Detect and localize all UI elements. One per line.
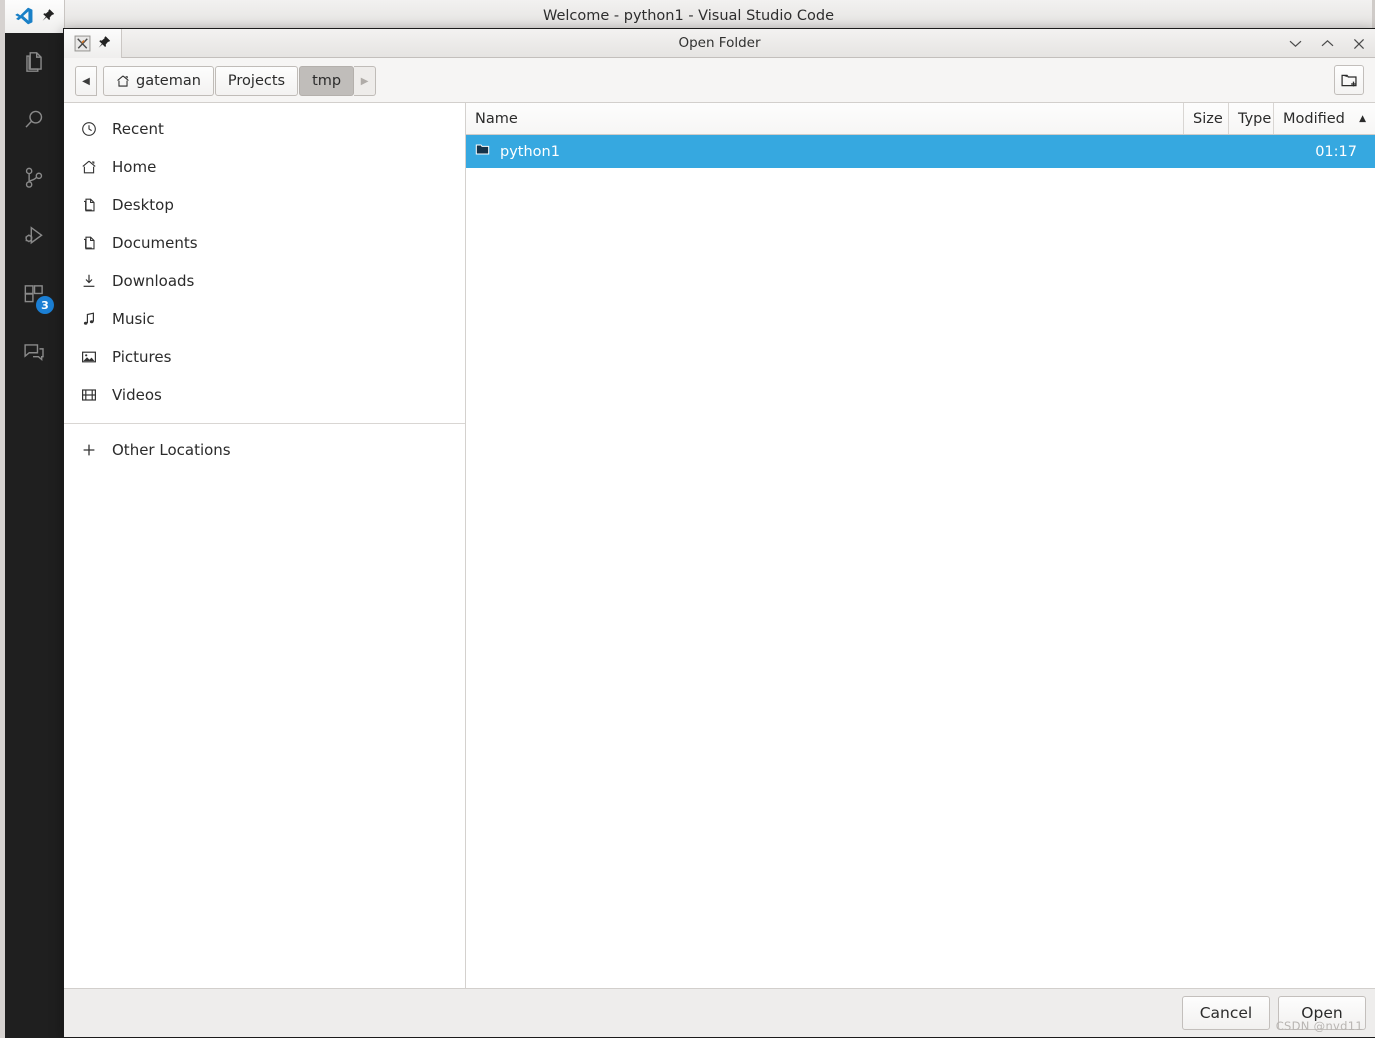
x-application-icon: [74, 35, 90, 51]
place-item-other-locations[interactable]: Other Locations: [64, 431, 465, 469]
place-item-documents[interactable]: Documents: [64, 224, 465, 262]
column-label: Name: [475, 110, 518, 127]
breadcrumb-item-projects[interactable]: Projects: [214, 66, 299, 96]
screen-root: Welcome - python1 - Visual Studio Code 3…: [0, 0, 1375, 1038]
place-item-music[interactable]: Music: [64, 300, 465, 338]
place-label: Pictures: [112, 348, 172, 366]
path-back-button[interactable]: ◀: [75, 66, 97, 96]
close-button[interactable]: [1349, 33, 1369, 55]
sidebar-item-search[interactable]: [5, 91, 63, 149]
maximize-button[interactable]: [1317, 33, 1337, 55]
vscode-activity-bar: 3: [5, 33, 63, 1038]
sidebar-item-explorer[interactable]: [5, 33, 63, 91]
cancel-button[interactable]: Cancel: [1182, 996, 1270, 1030]
film-icon: [80, 386, 98, 404]
dialog-toolbar: ◀ gateman Projects tmp ▶: [64, 58, 1375, 103]
create-folder-button[interactable]: [1334, 65, 1364, 95]
file-list: Name Size Type Modified ▲ python1 01:17: [466, 103, 1375, 988]
picture-icon: [80, 348, 98, 366]
download-icon: [80, 272, 98, 290]
file-name-cell: python1: [466, 142, 1184, 161]
maximize-icon: [1321, 39, 1333, 47]
column-header-modified[interactable]: Modified ▲: [1274, 103, 1375, 134]
places-divider: [64, 423, 465, 424]
column-header-name[interactable]: Name: [466, 103, 1184, 134]
path-forward-button[interactable]: ▶: [354, 66, 377, 96]
breadcrumb-label: gateman: [136, 73, 201, 89]
place-label: Downloads: [112, 272, 195, 290]
document-icon: [80, 196, 98, 214]
run-debug-icon: [25, 226, 43, 245]
sidebar-item-comments[interactable]: [5, 323, 63, 381]
breadcrumb-label: tmp: [312, 73, 342, 89]
column-label: Size: [1193, 110, 1223, 127]
source-control-icon: [25, 167, 43, 188]
dialog-title: Open Folder: [678, 35, 761, 51]
place-label: Videos: [112, 386, 162, 404]
column-label: Modified: [1283, 110, 1345, 127]
file-list-header: Name Size Type Modified ▲: [466, 103, 1375, 135]
home-icon: [80, 158, 98, 176]
open-button[interactable]: Open: [1278, 996, 1366, 1030]
close-icon: [1353, 38, 1365, 49]
table-row[interactable]: python1 01:17: [466, 135, 1375, 168]
place-item-home[interactable]: Home: [64, 148, 465, 186]
sidebar-item-extensions[interactable]: 3: [5, 265, 63, 323]
dialog-window-tab-button[interactable]: [64, 28, 122, 58]
file-modified-cell: 01:17: [1315, 143, 1357, 160]
places-sidebar: Recent Home Desktop Documents Downloads …: [64, 103, 466, 988]
file-list-empty-area[interactable]: [466, 168, 1375, 988]
place-item-desktop[interactable]: Desktop: [64, 186, 465, 224]
vscode-window-tab-button[interactable]: [5, 0, 65, 33]
place-label: Recent: [112, 120, 164, 138]
column-header-type[interactable]: Type: [1229, 103, 1274, 134]
folder-icon: [475, 142, 490, 161]
place-item-pictures[interactable]: Pictures: [64, 338, 465, 376]
place-label: Desktop: [112, 196, 174, 214]
place-label: Music: [112, 310, 155, 328]
music-note-icon: [80, 310, 98, 328]
column-header-size[interactable]: Size: [1184, 103, 1229, 134]
pin-icon: [42, 9, 54, 21]
breadcrumb: ◀ gateman Projects tmp ▶: [75, 66, 377, 96]
place-item-recent[interactable]: Recent: [64, 110, 465, 148]
place-item-downloads[interactable]: Downloads: [64, 262, 465, 300]
breadcrumb-item-gateman[interactable]: gateman: [103, 66, 214, 96]
dialog-titlebar: Open Folder: [64, 28, 1375, 58]
search-icon: [25, 110, 43, 128]
pin-icon: [98, 36, 110, 48]
column-label: Type: [1238, 110, 1272, 127]
files-icon: [26, 52, 42, 72]
extensions-badge: 3: [36, 296, 54, 314]
minimize-icon: [1289, 40, 1301, 48]
clock-icon: [80, 120, 98, 138]
document-icon: [80, 234, 98, 252]
place-label: Other Locations: [112, 441, 231, 459]
open-folder-dialog: Open Folder ◀ gateman Projects tmp ▶ Rec…: [63, 28, 1375, 1038]
sidebar-item-run-and-debug[interactable]: [5, 207, 63, 265]
sidebar-item-source-control[interactable]: [5, 149, 63, 207]
dialog-window-controls: [1285, 29, 1369, 58]
breadcrumb-label: Projects: [227, 73, 286, 89]
file-name-label: python1: [500, 143, 560, 160]
dialog-body: Recent Home Desktop Documents Downloads …: [64, 103, 1375, 988]
comment-icon: [24, 344, 44, 362]
vscode-logo-icon: [15, 7, 32, 25]
breadcrumb-item-tmp[interactable]: tmp: [299, 66, 355, 96]
dialog-footer: Cancel Open CSDN @nvd11: [64, 988, 1375, 1037]
minimize-button[interactable]: [1285, 33, 1305, 55]
place-label: Home: [112, 158, 157, 176]
create-folder-icon: [1340, 74, 1357, 86]
place-label: Documents: [112, 234, 198, 252]
home-icon: [117, 75, 129, 87]
sort-ascending-icon: ▲: [1359, 113, 1366, 124]
place-item-videos[interactable]: Videos: [64, 376, 465, 414]
plus-icon: [80, 441, 98, 459]
